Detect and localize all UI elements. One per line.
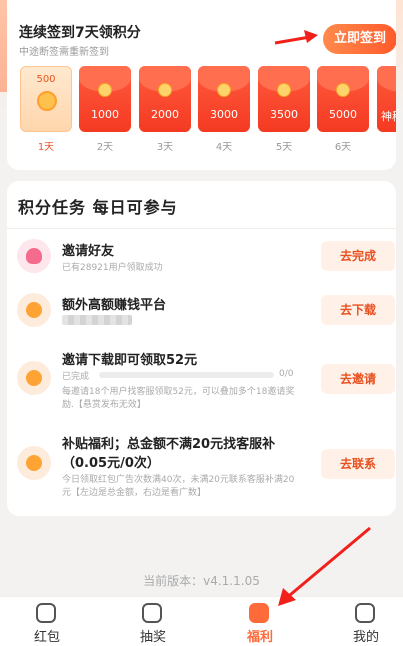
tasks-card: 积分任务 每日可参与 邀请好友 已有28921用户领取成功 去完成 额外高额赚钱… [7, 181, 396, 516]
coin-icon [277, 83, 291, 97]
task-name: 邀请下载即可领取52元 [62, 353, 198, 368]
tab-red-packet[interactable]: 红包 [0, 597, 97, 646]
coin-icon [17, 446, 51, 480]
task-status: 已完成 [62, 372, 90, 382]
task-desc: 已有28921用户领取成功 [62, 263, 163, 273]
coin-icon-glyph [26, 455, 42, 471]
envelope-flap [377, 66, 396, 92]
signin-envelopes: 500 1天 1000 2天 2000 3天 3000 4天 3500 5天 5… [20, 66, 396, 156]
tab-lottery[interactable]: 抽奖 [103, 597, 203, 646]
coin-icon-glyph [26, 302, 42, 318]
coin-icon [98, 83, 112, 97]
day-label: 5天 [275, 142, 293, 153]
task-desc: 今日领取红包广告次数满40次，未满20元联系客服补满20 [62, 475, 295, 485]
bottom-tab-bar: 红包 抽奖 福利 我的 [0, 596, 403, 646]
progress-value: 0/0 [279, 369, 294, 379]
task-name: 邀请好友 [62, 244, 115, 259]
sign-in-button[interactable]: 立即签到 [323, 24, 396, 54]
envelope-amount: 3000 [210, 108, 238, 121]
envelope-day-1[interactable]: 500 [20, 66, 72, 132]
task-desc: 每邀请18个用户找客服领取52元，可以叠加多个18邀请奖 [62, 387, 295, 397]
version-text: 当前版本：v4.1.1.05 [143, 574, 260, 588]
coin-icon [336, 83, 350, 97]
envelope-amount: 神秘 [381, 110, 396, 123]
signin-title: 连续签到7天领积分 [19, 25, 141, 41]
envelope-day-2[interactable]: 1000 [79, 66, 131, 132]
coin-icon [37, 91, 57, 111]
divider [7, 228, 396, 229]
envelope-amount: 2000 [151, 108, 179, 121]
coin-icon [158, 83, 172, 97]
contact-button[interactable]: 去联系 [321, 449, 395, 479]
redacted-text [62, 315, 132, 325]
coin-icon-glyph [26, 370, 42, 386]
tv-icon [249, 603, 269, 623]
progress-bar [99, 372, 274, 378]
coin-icon [17, 293, 51, 327]
envelope-day-4[interactable]: 3000 [198, 66, 250, 132]
coin-icon [217, 83, 231, 97]
download-button[interactable]: 去下载 [321, 295, 395, 325]
play-icon [142, 603, 162, 623]
complete-button[interactable]: 去完成 [321, 241, 395, 271]
signin-card: 连续签到7天领积分 中途断签需重新签到 立即签到 500 1天 1000 2天 … [7, 0, 396, 170]
day-label: 4天 [215, 142, 233, 153]
tab-label: 福利 [246, 630, 273, 645]
task-name: 额外高额赚钱平台 [62, 298, 167, 313]
envelope-day-5[interactable]: 3500 [258, 66, 310, 132]
tab-label: 我的 [352, 630, 379, 645]
user-icon [17, 239, 51, 273]
day-label: 1天 [37, 142, 55, 153]
task-desc: 励.【悬赏发布无效】 [62, 400, 146, 410]
day-label: 2天 [96, 142, 114, 153]
tab-label: 红包 [33, 630, 60, 645]
task-name: 补贴福利；总金额不满20元找客服补 [62, 437, 276, 452]
envelope-amount: 1000 [91, 108, 119, 121]
tab-label: 抽奖 [139, 630, 166, 645]
arrow-to-welfare-tab [278, 526, 371, 606]
coin-icon [17, 361, 51, 395]
day-label: 6天 [334, 142, 352, 153]
tab-welfare[interactable]: 福利 [210, 597, 310, 646]
envelope-day-7[interactable]: 神秘 [377, 66, 396, 132]
envelope-amount: 5000 [329, 108, 357, 121]
invite-button[interactable]: 去邀请 [321, 364, 395, 394]
profile-icon [355, 603, 375, 623]
user-icon-glyph [26, 248, 42, 264]
envelope-day-6[interactable]: 5000 [317, 66, 369, 132]
task-name-line2: （0.05元/0次） [62, 456, 160, 471]
tasks-title: 积分任务 每日可参与 [18, 198, 178, 217]
day-label: 3天 [156, 142, 174, 153]
envelope-amount: 3500 [270, 108, 298, 121]
task-desc: 元【左边是总金额，右边是看广数】 [62, 488, 207, 498]
signin-subtitle: 中途断签需重新签到 [19, 47, 109, 58]
envelope-amount: 500 [36, 74, 56, 85]
envelope-day-3[interactable]: 2000 [139, 66, 191, 132]
tab-mine[interactable]: 我的 [316, 597, 403, 646]
camera-icon [36, 603, 56, 623]
